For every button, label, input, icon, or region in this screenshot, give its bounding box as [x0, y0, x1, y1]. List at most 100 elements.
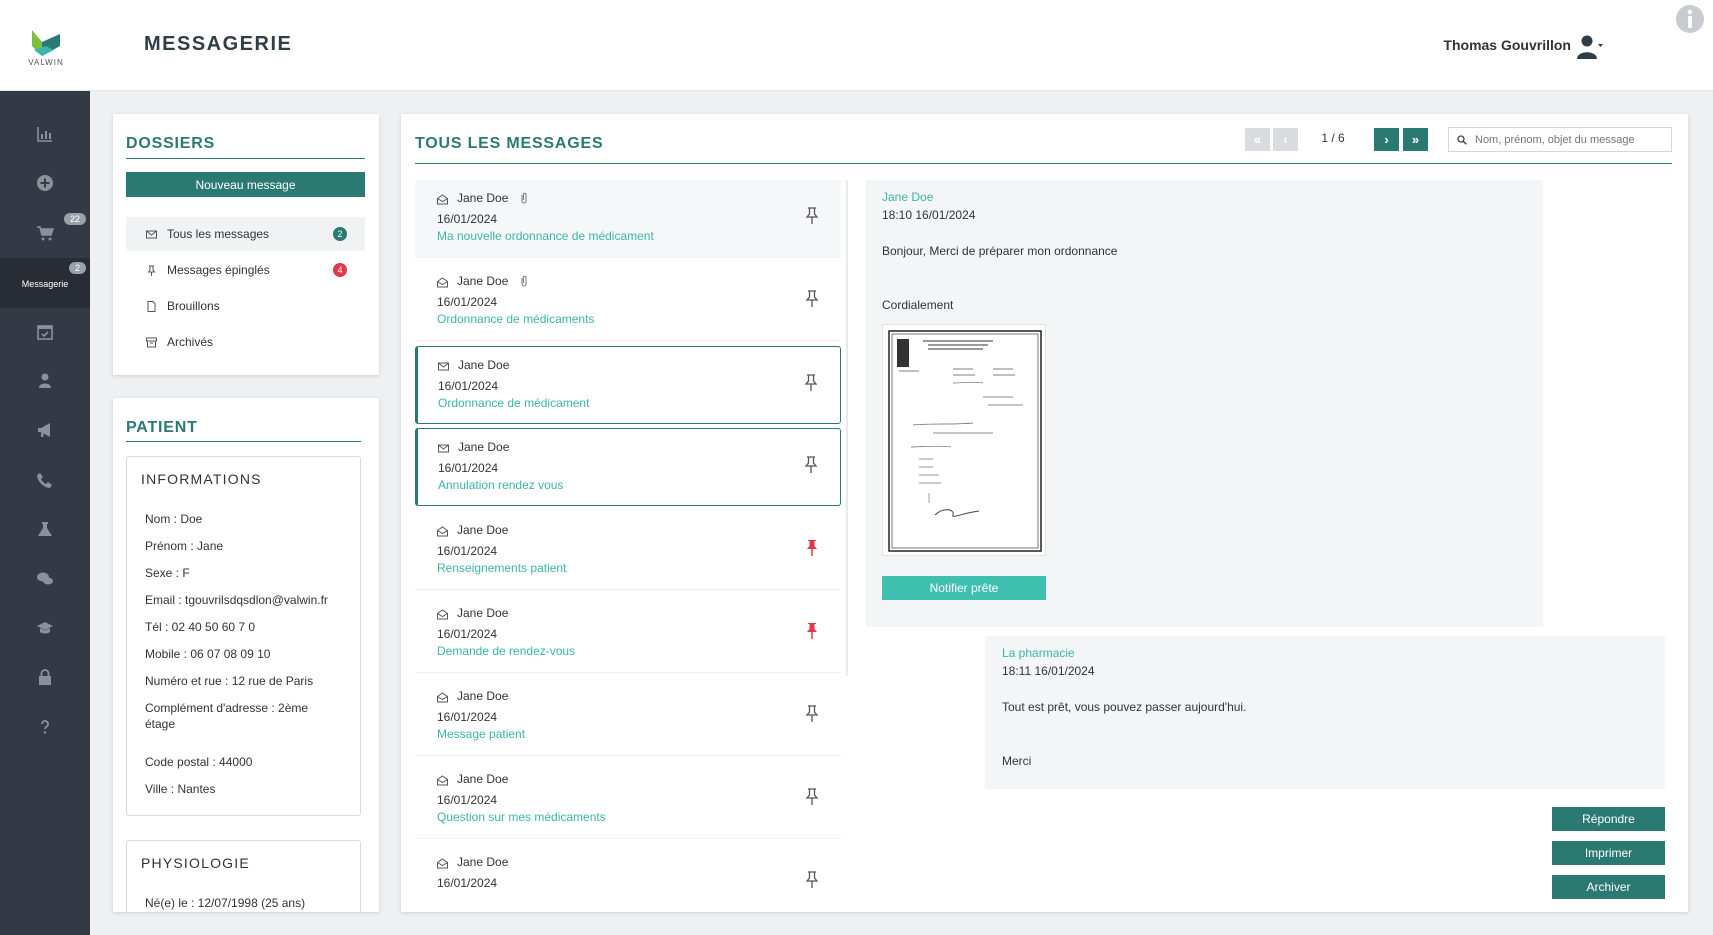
search-input[interactable]	[1475, 133, 1665, 146]
last-page-button[interactable]: »	[1403, 128, 1428, 151]
patient-cp: Code postal : 44000	[145, 755, 253, 769]
message-item[interactable]: Jane Doe 16/01/2024 Ordonnance de médica…	[415, 263, 841, 341]
sidebar-item-patients[interactable]	[0, 357, 90, 405]
sidebar-item-orders[interactable]: 22	[0, 209, 90, 257]
folder-count-badge: 2	[333, 227, 347, 241]
pinned-icon[interactable]	[805, 539, 819, 557]
sidebar-item-calls[interactable]	[0, 456, 90, 504]
message-item[interactable]: Jane Doe 16/01/2024	[415, 844, 841, 902]
pin-icon[interactable]	[805, 788, 819, 806]
message-date: 16/01/2024	[438, 461, 499, 475]
top-header: VALWIN MESSAGERIE Thomas Gouvrillon	[0, 0, 1713, 91]
pharmacy-message-line1: Tout est prêt, vous pouvez passer aujour…	[1002, 700, 1247, 714]
patient-divider	[126, 441, 361, 442]
patient-mobile: Mobile : 06 07 08 09 10	[145, 647, 271, 661]
informations-box: INFORMATIONS Nom : Doe Prénom : Jane Sex…	[126, 456, 361, 816]
sidebar-item-messagerie[interactable]: Messagerie 2	[0, 258, 90, 308]
notify-ready-button[interactable]: Notifier prête	[882, 576, 1046, 600]
patient-message-line2: Cordialement	[882, 298, 954, 312]
pharmacy-sender: La pharmacie	[1002, 646, 1075, 660]
pin-icon[interactable]	[805, 207, 819, 225]
sidebar-item-calendar[interactable]	[0, 308, 90, 356]
message-date: 16/01/2024	[438, 379, 499, 393]
message-date: 16/01/2024	[437, 627, 498, 641]
message-item[interactable]: Jane Doe 16/01/2024 Ordonnance de médica…	[415, 346, 841, 424]
envelope-open-icon	[437, 277, 448, 288]
pin-icon[interactable]	[804, 374, 818, 392]
folder-drafts[interactable]: Brouillons	[126, 289, 365, 323]
folder-label: Brouillons	[167, 299, 220, 313]
message-date: 16/01/2024	[437, 212, 498, 226]
message-sender: Jane Doe	[457, 606, 509, 620]
sidebar-item-help[interactable]	[0, 703, 90, 751]
folder-archived[interactable]: Archivés	[126, 325, 365, 359]
message-sender: Jane Doe	[457, 523, 509, 537]
reply-button[interactable]: Répondre	[1552, 807, 1665, 831]
messages-title: TOUS LES MESSAGES	[415, 135, 604, 152]
folder-all-messages[interactable]: Tous les messages 2	[126, 217, 365, 251]
patient-panel: PATIENT INFORMATIONS Nom : Doe Prénom : …	[113, 398, 379, 912]
message-item[interactable]: Jane Doe 16/01/2024 Demande de rendez-vo…	[415, 595, 841, 673]
logo-text: VALWIN	[28, 58, 64, 67]
message-item[interactable]: Jane Doe 16/01/2024 Message patient	[415, 678, 841, 756]
patient-sender[interactable]: Jane Doe	[882, 190, 933, 204]
patient-naissance: Né(e) le : 12/07/1998 (25 ans)	[145, 896, 306, 910]
sidebar-item-add[interactable]	[0, 159, 90, 207]
patient-message-line1: Bonjour, Merci de préparer mon ordonnanc…	[882, 244, 1118, 258]
dossiers-title: DOSSIERS	[126, 135, 216, 152]
message-subject: Question sur mes médicaments	[437, 810, 606, 824]
message-date: 16/01/2024	[437, 544, 498, 558]
message-date: 16/01/2024	[437, 710, 498, 724]
page-title: MESSAGERIE	[144, 33, 293, 55]
sidebar-item-campaigns[interactable]	[0, 406, 90, 454]
message-sender: Jane Doe	[457, 191, 509, 205]
message-sender: Jane Doe	[457, 855, 509, 869]
messages-divider	[415, 163, 1672, 164]
paperclip-icon	[521, 275, 527, 287]
pin-icon[interactable]	[805, 290, 819, 308]
user-name[interactable]: Thomas Gouvrillon	[1443, 37, 1571, 53]
archive-button[interactable]: Archiver	[1552, 875, 1665, 899]
user-menu-icon[interactable]	[1575, 33, 1603, 61]
next-page-button[interactable]: ›	[1374, 128, 1399, 151]
message-item[interactable]: Jane Doe 16/01/2024 Question sur mes méd…	[415, 761, 841, 839]
info-icon[interactable]	[1675, 4, 1705, 34]
prescription-attachment[interactable]	[882, 324, 1046, 556]
sidebar-item-training[interactable]	[0, 604, 90, 652]
file-icon	[147, 300, 156, 312]
patient-email: Email : tgouvrilsdqsdlon@valwin.fr	[145, 593, 328, 607]
question-icon	[41, 720, 49, 734]
envelope-open-icon	[437, 526, 448, 537]
folder-pinned-messages[interactable]: Messages épinglés 4	[126, 253, 365, 287]
pin-icon[interactable]	[805, 705, 819, 723]
new-message-button[interactable]: Nouveau message	[126, 172, 365, 197]
flask-icon	[38, 522, 52, 536]
message-subject: Renseignements patient	[437, 561, 567, 575]
folder-count-badge: 4	[333, 263, 347, 277]
sidebar-item-lab[interactable]	[0, 505, 90, 553]
pinned-icon[interactable]	[805, 622, 819, 640]
envelope-open-icon	[437, 194, 448, 205]
patient-tel: Tél : 02 40 50 60 7 0	[145, 620, 256, 634]
sidebar-item-security[interactable]	[0, 653, 90, 701]
folder-label: Tous les messages	[167, 227, 270, 241]
search-icon	[1457, 134, 1467, 145]
message-item[interactable]: Jane Doe 16/01/2024 Annulation rendez vo…	[415, 428, 841, 506]
sidebar-item-chat[interactable]	[0, 555, 90, 603]
print-button[interactable]: Imprimer	[1552, 841, 1665, 865]
envelope-open-icon	[437, 692, 448, 703]
pin-icon[interactable]	[805, 871, 819, 889]
message-item[interactable]: Jane Doe 16/01/2024 Renseignements patie…	[415, 512, 841, 590]
message-subject: Ma nouvelle ordonnance de médicament	[437, 229, 654, 243]
prev-page-button[interactable]: ‹	[1273, 128, 1298, 151]
pin-icon[interactable]	[804, 456, 818, 474]
folder-label: Archivés	[167, 335, 214, 349]
page-indicator: 1 / 6	[1321, 131, 1345, 145]
message-list-scrollbar[interactable]	[846, 180, 848, 676]
pharmacy-message-line2: Merci	[1002, 754, 1032, 768]
first-page-button[interactable]: «	[1245, 128, 1270, 151]
message-item[interactable]: Jane Doe 16/01/2024 Ma nouvelle ordonnan…	[415, 180, 841, 258]
message-date: 16/01/2024	[437, 295, 498, 309]
sidebar-item-dashboard[interactable]	[0, 110, 90, 158]
patient-prenom: Prénom : Jane	[145, 539, 224, 553]
